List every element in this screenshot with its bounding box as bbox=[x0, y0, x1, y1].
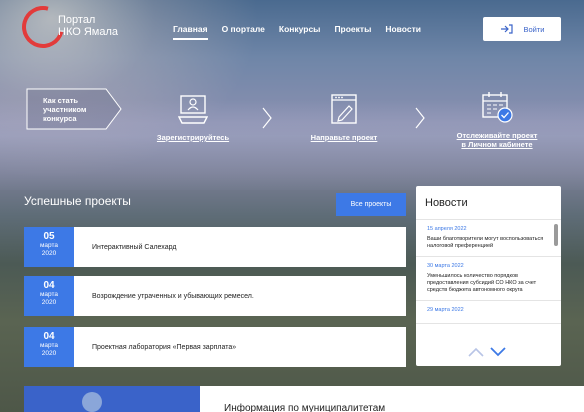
project-year: 2020 bbox=[41, 299, 57, 306]
nav-item-projects[interactable]: Проекты bbox=[334, 24, 371, 40]
login-arrow-icon bbox=[500, 24, 513, 34]
step-intro-line-1: Как стать bbox=[43, 96, 78, 105]
project-date: 05 марта 2020 bbox=[24, 227, 74, 267]
chevron-right-icon bbox=[415, 107, 425, 129]
project-day: 05 bbox=[43, 231, 55, 242]
news-date: 15 апреля 2022 bbox=[427, 226, 467, 232]
calendar-check-icon bbox=[482, 92, 513, 123]
news-text: Уменьшилось количество порядков предоста… bbox=[427, 273, 537, 293]
logo-line-2: НКО Ямала bbox=[58, 26, 119, 38]
computer-user-icon bbox=[178, 95, 208, 124]
news-item[interactable]: 15 апреля 2022 Ваши благотворители могут… bbox=[416, 220, 561, 257]
nav-item-about[interactable]: О портале bbox=[222, 24, 265, 40]
step-register: Зарегистрируйтесь bbox=[155, 93, 231, 142]
news-text: Ваши благотворители могут воспользоватьс… bbox=[427, 236, 544, 249]
step-submit: Направьте проект bbox=[306, 93, 382, 142]
news-date: 29 марта 2022 bbox=[427, 307, 464, 313]
nav-item-home[interactable]: Главная bbox=[173, 24, 208, 40]
nav-item-contests[interactable]: Конкурсы bbox=[279, 24, 321, 40]
track-project-link[interactable]: Отслеживайте проект в Личном кабинете bbox=[452, 131, 542, 149]
news-item[interactable]: 29 марта 2022 bbox=[416, 301, 561, 324]
project-title: Возрождение утраченных и убывающих ремес… bbox=[92, 292, 254, 300]
register-link[interactable]: Зарегистрируйтесь bbox=[155, 133, 231, 142]
chevron-up-icon[interactable] bbox=[468, 347, 484, 357]
step-track: Отслеживайте проект в Личном кабинете bbox=[452, 91, 542, 149]
document-pen-icon bbox=[331, 94, 357, 124]
main-nav: Главная О портале Конкурсы Проекты Новос… bbox=[173, 24, 421, 40]
submit-project-link[interactable]: Направьте проект bbox=[306, 133, 382, 142]
projects-title: Успешные проекты bbox=[24, 194, 131, 208]
project-day: 04 bbox=[43, 331, 55, 342]
chevron-down-icon[interactable] bbox=[490, 347, 506, 357]
track-line-1: Отслеживайте проект bbox=[456, 131, 538, 140]
municipalities-banner-image bbox=[24, 386, 200, 412]
project-day: 04 bbox=[43, 280, 55, 291]
project-title: Проектная лаборатория «Первая зарплата» bbox=[92, 343, 237, 351]
news-arrows bbox=[468, 347, 506, 357]
track-line-2: в Личном кабинете bbox=[461, 140, 533, 149]
news-title: Новости bbox=[416, 186, 561, 220]
login-button[interactable]: Войти bbox=[483, 17, 561, 41]
project-title: Интерактивный Салехард bbox=[92, 243, 177, 251]
project-month: марта bbox=[39, 291, 59, 298]
project-date: 04 марта 2020 bbox=[24, 327, 74, 367]
project-month: марта bbox=[39, 342, 59, 349]
municipalities-title: Информация по муниципалитетам bbox=[224, 403, 386, 412]
all-projects-button[interactable]: Все проекты bbox=[336, 193, 406, 216]
step-intro-line-2: участником bbox=[43, 105, 87, 114]
site-logo[interactable]: Портал НКО Ямала bbox=[14, 0, 172, 56]
step-intro-line-3: конкурса bbox=[43, 114, 77, 123]
news-panel: Новости 15 апреля 2022 Ваши благотворите… bbox=[416, 186, 561, 366]
project-year: 2020 bbox=[41, 350, 57, 357]
news-item[interactable]: 30 марта 2022 Уменьшилось количество пор… bbox=[416, 257, 561, 301]
step-intro-text: Как стать участником конкурса bbox=[43, 96, 86, 123]
project-date: 04 марта 2020 bbox=[24, 276, 74, 316]
project-month: марта bbox=[39, 242, 59, 249]
project-card[interactable]: 04 марта 2020 Проектная лаборатория «Пер… bbox=[24, 327, 406, 367]
municipalities-illustration bbox=[82, 392, 102, 412]
news-scrollbar[interactable] bbox=[554, 224, 558, 246]
logo-line-1: Портал bbox=[58, 14, 96, 26]
logo-text: Портал НКО Ямала bbox=[58, 14, 118, 38]
project-card[interactable]: 05 марта 2020 Интерактивный Салехард bbox=[24, 227, 406, 267]
project-card[interactable]: 04 марта 2020 Возрождение утраченных и у… bbox=[24, 276, 406, 316]
project-year: 2020 bbox=[41, 250, 57, 257]
nav-item-news[interactable]: Новости bbox=[385, 24, 421, 40]
chevron-right-icon bbox=[262, 107, 272, 129]
step-intro: Как стать участником конкурса bbox=[26, 88, 122, 130]
news-date: 30 марта 2022 bbox=[427, 263, 464, 269]
login-label: Войти bbox=[523, 24, 545, 34]
